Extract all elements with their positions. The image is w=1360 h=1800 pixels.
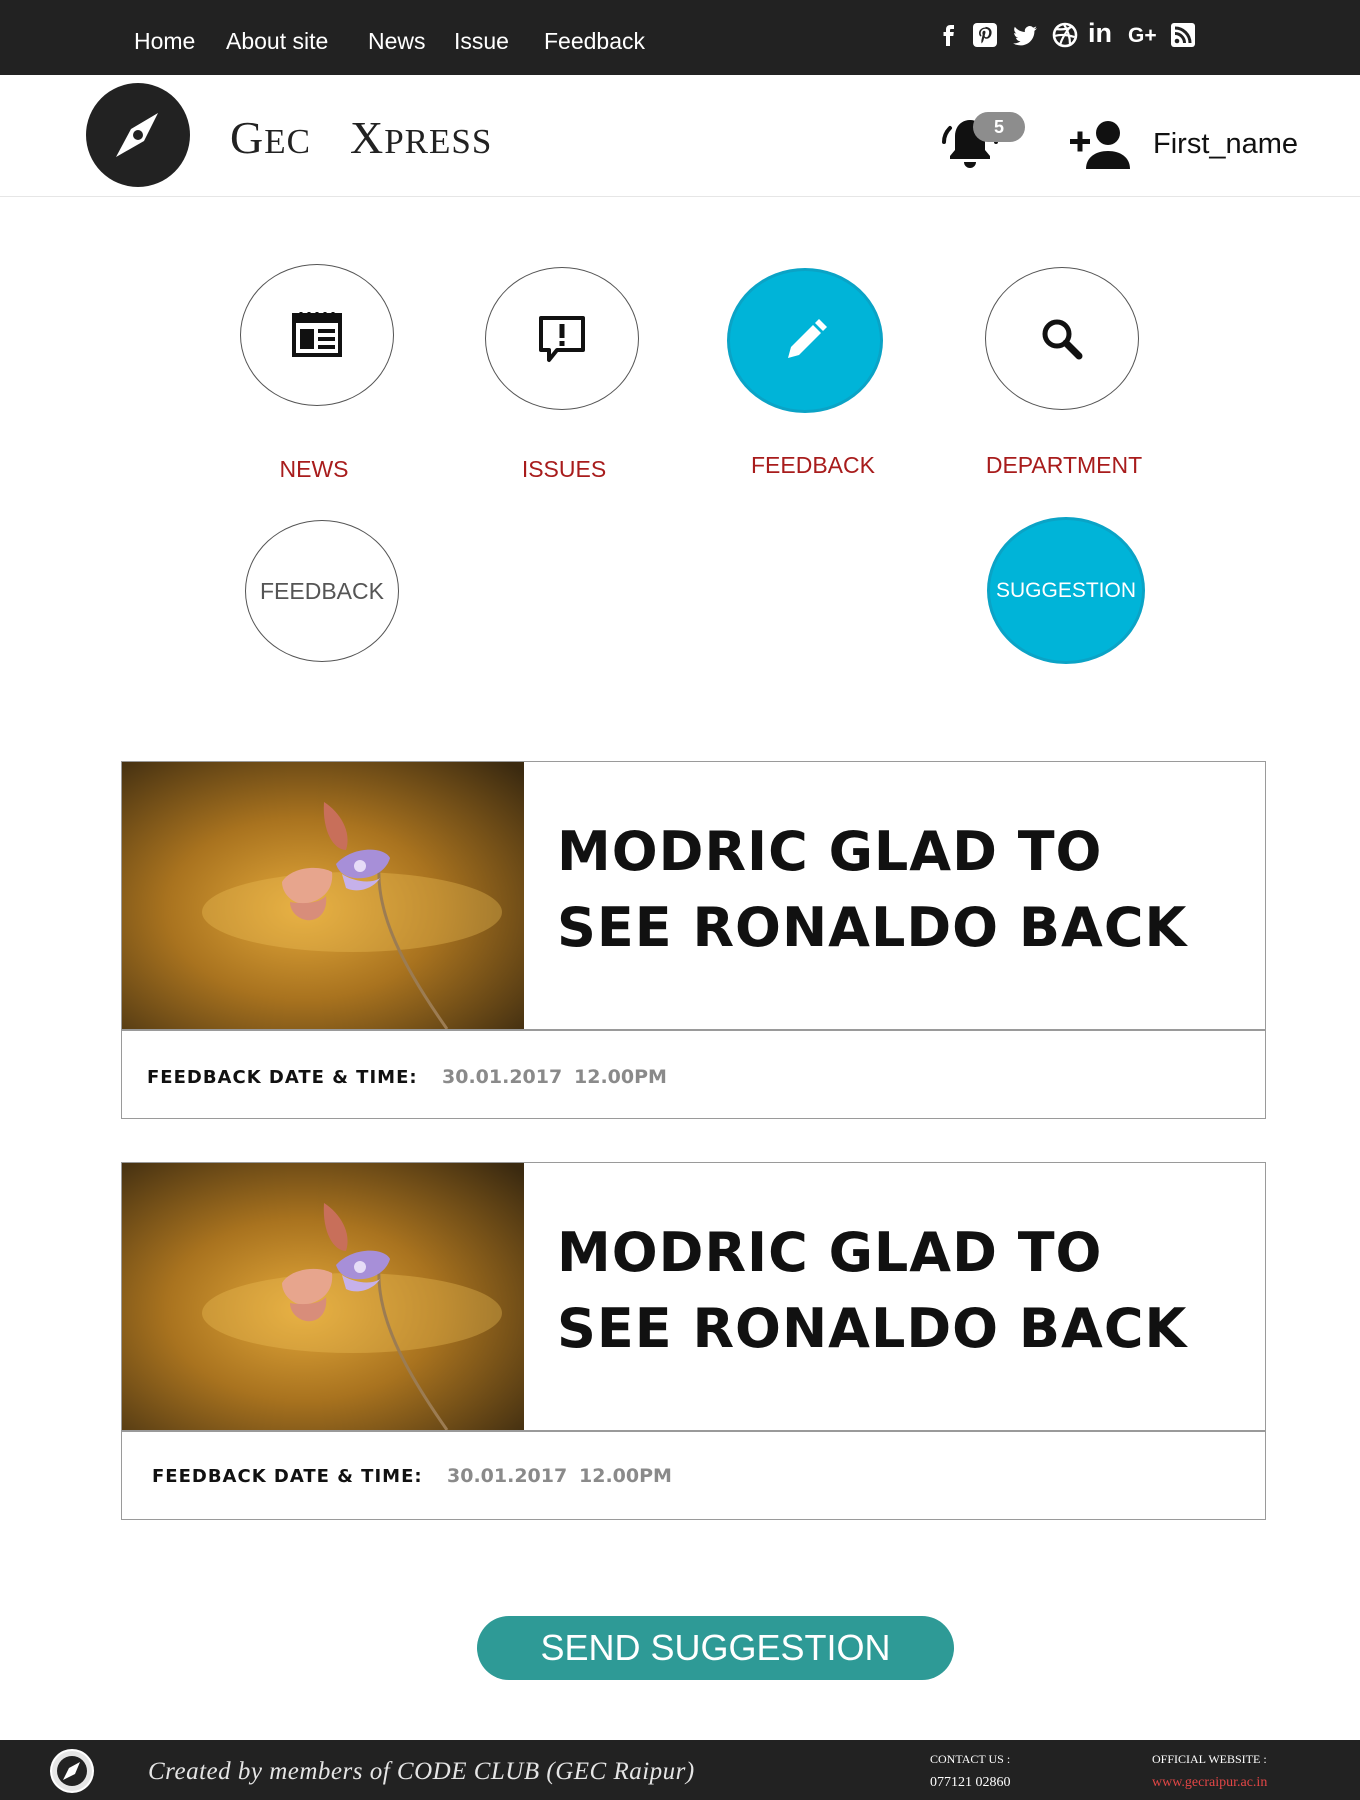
category-news-button[interactable] — [240, 264, 394, 406]
card-divider — [122, 1029, 1265, 1031]
category-issues-label[interactable]: ISSUES — [489, 456, 639, 483]
category-feedback-button[interactable] — [727, 268, 883, 413]
brand-rest-gec: EC — [264, 122, 311, 161]
suggestion-filter-label: SUGGESTION — [995, 578, 1137, 602]
contact-phone[interactable]: 077121 02860 — [930, 1775, 1011, 1791]
footer-credit-text: Created by members of CODE CLUB (GEC Rai… — [148, 1758, 695, 1785]
nav-link-feedback[interactable]: Feedback — [544, 28, 645, 55]
feedback-filter-button[interactable]: FEEDBACK — [245, 520, 399, 662]
send-suggestion-button[interactable]: SEND SUGGESTION — [477, 1616, 954, 1680]
official-website-link[interactable]: www.gecraipur.ac.in — [1152, 1775, 1267, 1791]
linkedin-icon[interactable]: in — [1088, 18, 1118, 48]
compass-logo-icon[interactable] — [86, 83, 190, 187]
site-header: GEC XPRESS 5 First_name — [0, 75, 1360, 197]
report-issue-icon — [539, 315, 585, 362]
brand-initial-x: X — [349, 112, 385, 163]
facebook-icon[interactable] — [934, 20, 964, 50]
nav-link-home[interactable]: Home — [134, 28, 195, 55]
brand-rest-xpress: PRESS — [384, 122, 493, 161]
search-icon — [1042, 319, 1083, 359]
twitter-icon[interactable] — [1010, 20, 1040, 50]
brand-title[interactable]: GEC XPRESS — [230, 111, 492, 164]
official-website-label: OFFICIAL WEBSITE : — [1152, 1752, 1267, 1766]
suggestion-filter-button[interactable]: SUGGESTION — [987, 517, 1145, 664]
nav-link-issue[interactable]: Issue — [454, 28, 509, 55]
feedback-time: 12.00PM — [579, 1465, 672, 1487]
feedback-date-time-label: FEEDBACK DATE & TIME: — [152, 1466, 423, 1487]
dribbble-icon[interactable] — [1050, 20, 1080, 50]
google-plus-icon[interactable]: G+ — [1128, 24, 1164, 54]
username-label[interactable]: First_name — [1153, 128, 1298, 161]
notification-count-badge: 5 — [973, 112, 1025, 142]
card-title[interactable]: MODRIC GLAD TO SEE RONALDO BACK — [557, 1215, 1237, 1367]
compass-icon — [50, 1749, 94, 1793]
top-navigation-bar: Home About site News Issue Feedback in G… — [0, 0, 1360, 75]
feedback-date: 30.01.2017 — [447, 1465, 568, 1487]
feedback-date-time-label: FEEDBACK DATE & TIME: — [147, 1067, 418, 1088]
newspaper-icon — [292, 312, 342, 357]
site-footer: Created by members of CODE CLUB (GEC Rai… — [0, 1740, 1360, 1800]
rss-icon[interactable] — [1168, 20, 1198, 50]
category-issues-button[interactable] — [485, 267, 639, 410]
pinterest-icon[interactable] — [970, 20, 1000, 50]
add-user-icon[interactable] — [1068, 117, 1134, 173]
feedback-time: 12.00PM — [574, 1066, 667, 1088]
butterfly-flower-image — [122, 1163, 524, 1430]
feedback-card[interactable]: MODRIC GLAD TO SEE RONALDO BACK FEEDBACK… — [121, 761, 1266, 1119]
category-department-label[interactable]: DEPARTMENT — [969, 452, 1159, 479]
category-news-label[interactable]: NEWS — [239, 456, 389, 483]
butterfly-flower-image — [122, 762, 524, 1029]
card-title[interactable]: MODRIC GLAD TO SEE RONALDO BACK — [557, 814, 1237, 966]
feedback-date: 30.01.2017 — [442, 1066, 563, 1088]
feedback-filter-label: FEEDBACK — [260, 577, 384, 604]
nav-link-news[interactable]: News — [368, 28, 426, 55]
card-divider — [122, 1430, 1265, 1432]
category-feedback-label[interactable]: FEEDBACK — [738, 452, 888, 479]
contact-us-label: CONTACT US : — [930, 1752, 1011, 1766]
brand-initial-g: G — [230, 112, 265, 163]
nav-link-about-site[interactable]: About site — [226, 28, 328, 55]
feedback-card[interactable]: MODRIC GLAD TO SEE RONALDO BACK FEEDBACK… — [121, 1162, 1266, 1520]
category-department-button[interactable] — [985, 267, 1139, 410]
pencil-icon — [788, 318, 827, 358]
